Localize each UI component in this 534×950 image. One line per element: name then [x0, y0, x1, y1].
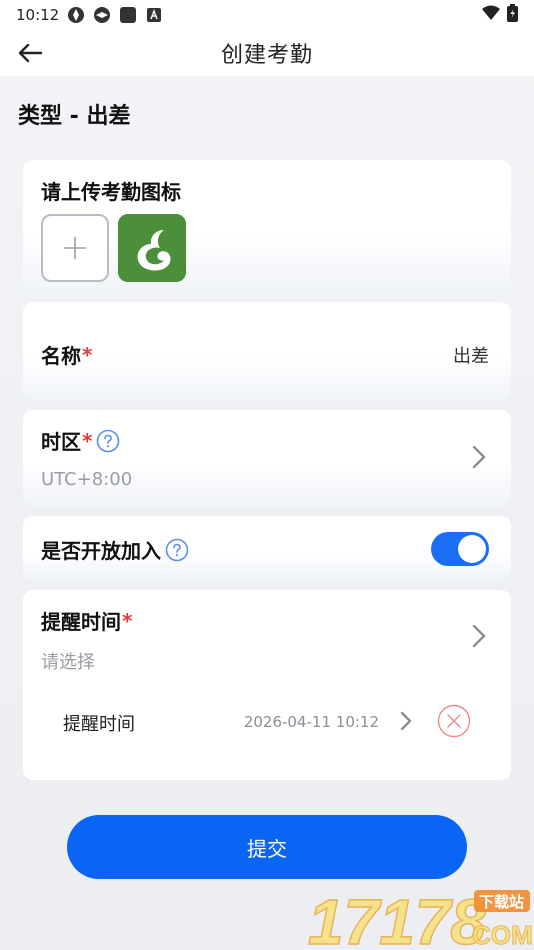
open-join-label-text: 是否开放加入 [41, 539, 161, 563]
upload-icon-button[interactable] [41, 214, 109, 282]
open-join-card: 是否开放加入 [23, 516, 511, 580]
reminder-label-text: 提醒时间 [41, 610, 121, 634]
name-value: 出差 [453, 346, 489, 367]
status-left: 10:12 [16, 6, 163, 24]
type-title: 类型 - 出差 [18, 104, 131, 129]
chevron-right-icon[interactable] [471, 623, 487, 649]
site-watermark: 17178 下载站 COM [306, 884, 533, 950]
timezone-card[interactable]: 时区 * UTC+8:00 [23, 410, 511, 506]
watermark-number: 17178 [308, 886, 486, 950]
reminder-placeholder[interactable]: 请选择 [41, 648, 95, 674]
toggle-knob [458, 535, 486, 563]
page-title: 创建考勤 [220, 43, 313, 68]
aperture-icon [67, 6, 85, 24]
help-icon[interactable] [96, 429, 120, 453]
watermark-suffix: COM [472, 920, 532, 950]
help-icon[interactable] [165, 538, 189, 562]
square-icon [119, 6, 137, 24]
required-mark: * [122, 608, 133, 633]
delete-circle-icon[interactable] [437, 704, 471, 738]
reminder-card: 提醒时间 * 请选择 提醒时间 2026-04-11 10:12 [23, 590, 511, 780]
plus-icon [64, 237, 86, 259]
attendance-app-icon[interactable] [118, 214, 186, 282]
a-badge-icon [145, 6, 163, 24]
timezone-value: UTC+8:00 [41, 469, 133, 490]
status-right [481, 4, 518, 26]
reminder-label[interactable]: 提醒时间 * [41, 606, 132, 635]
timezone-label-text: 时区 [41, 430, 81, 454]
name-card[interactable]: 名称 * 出差 [23, 302, 511, 400]
app-header: 创建考勤 [0, 30, 534, 76]
wifi-icon [481, 5, 501, 25]
status-time: 10:12 [16, 6, 60, 24]
chevron-right-icon[interactable] [399, 710, 413, 732]
watermark-tag: 下载站 [479, 893, 524, 911]
reminder-entry-label: 提醒时间 [63, 714, 135, 735]
submit-button[interactable]: 提交 [67, 815, 467, 879]
icon-upload-card: 请上传考勤图标 [23, 160, 511, 293]
required-mark: * [82, 342, 93, 367]
name-label-text: 名称 [41, 344, 81, 368]
open-join-toggle[interactable] [431, 532, 489, 566]
reminder-entry-time: 2026-04-11 10:12 [243, 713, 379, 731]
timezone-label: 时区 * [41, 426, 120, 455]
name-label: 名称 * [41, 340, 92, 369]
chevron-right-icon [472, 445, 486, 469]
arrow-left-icon [18, 43, 43, 63]
squirrel-logo-icon [118, 214, 186, 282]
aperture-icon [93, 6, 111, 24]
battery-icon [507, 4, 518, 26]
open-join-label: 是否开放加入 [41, 535, 189, 564]
required-mark: * [82, 428, 93, 453]
status-bar: 10:12 [0, 0, 534, 30]
back-button[interactable] [14, 38, 46, 68]
icon-upload-label: 请上传考勤图标 [41, 180, 181, 204]
